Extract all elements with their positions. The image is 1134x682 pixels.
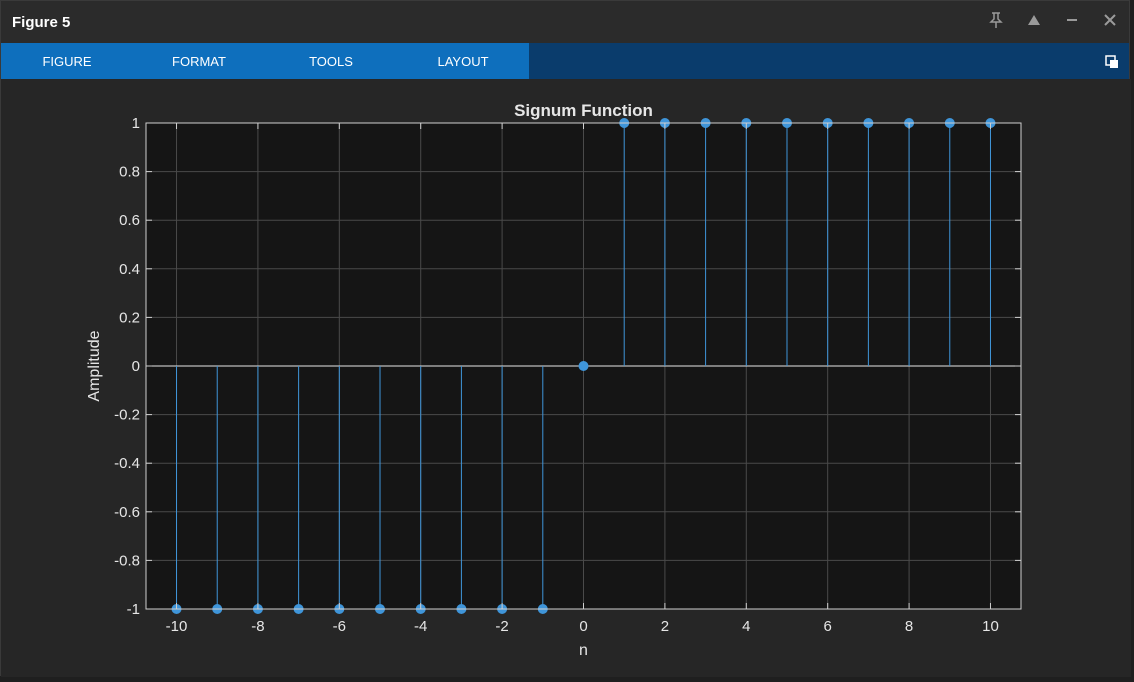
y-tick-label: -0.8: [114, 552, 140, 569]
y-tick-label: -0.4: [114, 455, 140, 472]
x-axis-label: n: [579, 642, 588, 659]
stem-marker[interactable]: [578, 361, 589, 371]
figure-window: Figure 5 FIGURE FORMAT TOOLS LAYOUT -10 …: [0, 0, 1131, 677]
tab-layout[interactable]: LAYOUT: [397, 43, 529, 79]
close-icon[interactable]: [1101, 13, 1119, 32]
y-tick-label: -0.2: [114, 407, 140, 424]
window-controls: [987, 1, 1119, 43]
y-tick-label: -1: [127, 601, 140, 618]
x-tick-label: -6: [333, 618, 346, 635]
minimize-icon[interactable]: [1063, 13, 1081, 31]
y-tick-label: 0.8: [119, 164, 140, 181]
collapse-icon[interactable]: [1025, 13, 1043, 31]
x-tick-label: -8: [251, 618, 264, 635]
x-tick-label: 4: [742, 618, 750, 635]
plot-area: -10 -8 -6 -4 -2 0 2 4 6 8 10 1 0.8 0.6 0.4 0.2 0 -0.2 -0.4…: [1, 79, 1131, 677]
x-tick-label: 2: [661, 618, 669, 635]
chart-title: Signum Function: [514, 101, 653, 120]
x-tick-label: -2: [495, 618, 508, 635]
x-tick-label: -10: [166, 618, 188, 635]
undock-icon[interactable]: [1105, 55, 1119, 69]
x-tick-label: 6: [824, 618, 832, 635]
tab-tools[interactable]: TOOLS: [265, 43, 397, 79]
pin-icon[interactable]: [987, 11, 1005, 33]
x-tick-label: 8: [905, 618, 913, 635]
stem-chart[interactable]: -10 -8 -6 -4 -2 0 2 4 6 8 10 1 0.8 0.6 0.4 0.2 0 -0.2 -0.4…: [1, 79, 1131, 677]
y-tick-label: 0: [132, 358, 140, 375]
y-tick-label: 1: [132, 115, 140, 132]
toolstrip-tabs: FIGURE FORMAT TOOLS LAYOUT: [1, 43, 529, 79]
toolstrip: FIGURE FORMAT TOOLS LAYOUT: [1, 43, 1129, 79]
x-tick-label: 0: [579, 618, 587, 635]
y-tick-label: 0.2: [119, 309, 140, 326]
tab-format[interactable]: FORMAT: [133, 43, 265, 79]
y-tick-label: 0.4: [119, 261, 140, 278]
y-tick-label: -0.6: [114, 504, 140, 521]
y-tick-label: 0.6: [119, 212, 140, 229]
title-bar[interactable]: Figure 5: [1, 1, 1129, 43]
x-tick-label: -4: [414, 618, 427, 635]
y-axis-label: Amplitude: [86, 330, 103, 401]
window-title: Figure 5: [12, 13, 71, 31]
tab-figure[interactable]: FIGURE: [1, 43, 133, 79]
x-tick-label: 10: [982, 618, 999, 635]
